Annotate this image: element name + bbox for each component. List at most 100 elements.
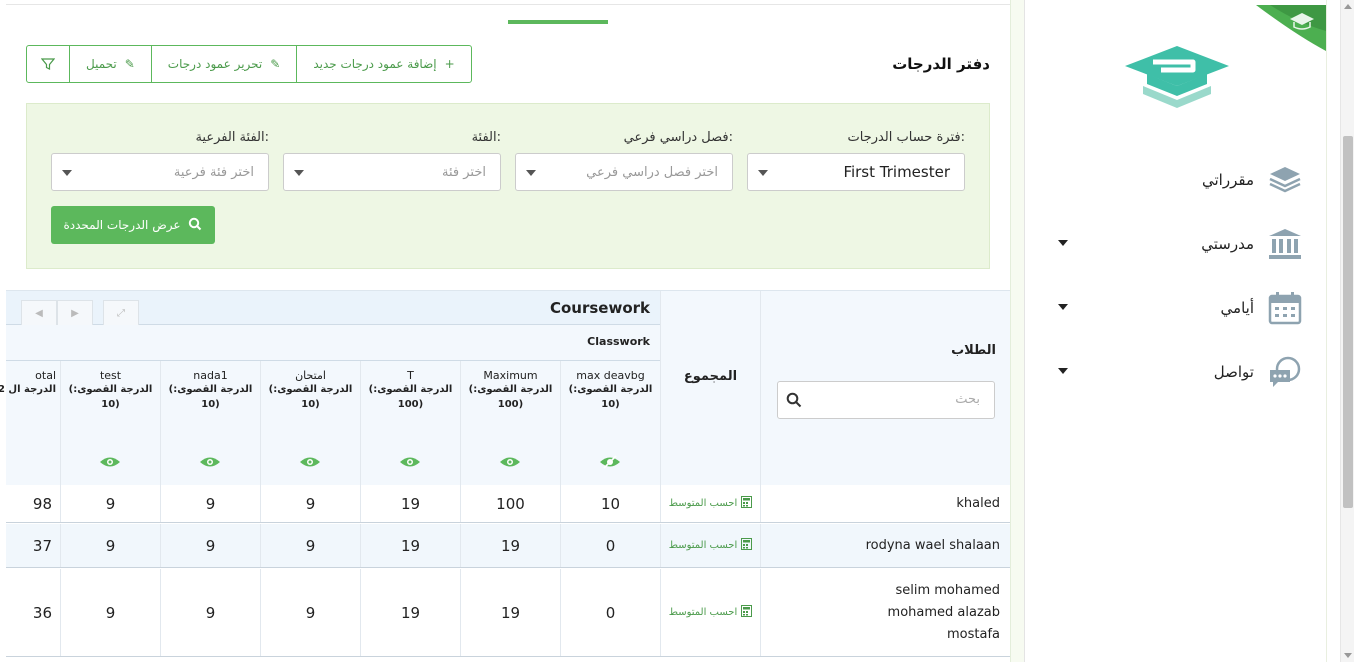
sidebar-item-my-school[interactable]: مدرستي — [1042, 224, 1302, 264]
column-max: (الدرجة القصوى: 100) — [468, 384, 553, 410]
search-placeholder: بحث — [955, 392, 980, 407]
category-select[interactable]: اختر فئة — [283, 153, 501, 191]
sidebar-item-label: مدرستي — [1201, 235, 1254, 253]
students-column-header: الطلاب بحث — [760, 291, 1010, 485]
eye-icon[interactable] — [299, 455, 321, 469]
eye-icon[interactable] — [99, 455, 121, 469]
column-name: Maximum — [483, 369, 538, 382]
grade-column-headers: max deavbg (الدرجة القصوى: 10) Maximum (… — [0, 361, 660, 485]
subterm-placeholder: اختر فصل دراسي فرعي — [586, 164, 718, 180]
add-column-button[interactable]: إضافة عمود درجات جديد + — [296, 46, 470, 82]
school-building-icon — [1268, 227, 1302, 261]
filter-icon — [41, 58, 55, 70]
sidebar-item-communicate[interactable]: تواصل — [1042, 352, 1302, 392]
grade-cell[interactable]: 9 — [260, 524, 360, 567]
books-stack-icon — [1268, 163, 1302, 197]
scrollbar-thumb[interactable] — [1343, 136, 1353, 508]
chevron-down-icon — [294, 170, 304, 176]
grade-cell[interactable]: 37 — [0, 524, 60, 567]
pencil-icon: ✎ — [124, 57, 135, 71]
sidebar-item-my-days[interactable]: أيامي — [1042, 288, 1302, 328]
grid-scroll-right-button[interactable]: ▶ — [57, 300, 93, 326]
edit-column-button[interactable]: تحرير عمود درجات ✎ — [150, 46, 297, 82]
show-grades-label: عرض الدرجات المحددة — [63, 218, 181, 232]
scroll-down-icon[interactable] — [1344, 653, 1352, 658]
student-name[interactable]: selim mohamed mohamed alazab mostafa — [760, 569, 1010, 656]
column-max: (الدرجة القصوى: 10) — [268, 384, 353, 410]
plus-icon: + — [444, 57, 455, 71]
grade-cell[interactable]: 36 — [0, 569, 60, 656]
scroll-up-icon[interactable] — [1344, 4, 1352, 9]
page-scrollbar[interactable] — [1340, 0, 1354, 662]
column-header[interactable]: otal (الدرجة ال 642 — [0, 361, 60, 485]
filter-button[interactable] — [27, 46, 69, 82]
grid-scroll-left-button[interactable]: ◀ — [21, 300, 57, 326]
student-search-input[interactable]: بحث — [777, 381, 995, 419]
coursework-header: ◀ ▶ ⤢ Coursework — [6, 291, 660, 326]
average-label: احسب المتوسط — [668, 607, 738, 618]
grade-cell[interactable]: 9 — [60, 569, 160, 656]
column-header[interactable]: Maximum (الدرجة القصوى: 100) — [460, 361, 560, 485]
student-name[interactable]: khaled — [760, 485, 1010, 522]
grade-cell[interactable]: 0 — [560, 569, 660, 656]
coursework-title: Coursework — [549, 299, 650, 317]
average-label: احسب المتوسط — [668, 540, 738, 551]
sidebar-gutter — [1326, 0, 1340, 662]
students-title: الطلاب — [951, 343, 996, 358]
grade-cell[interactable]: 19 — [460, 524, 560, 567]
edit-column-label: تحرير عمود درجات — [167, 57, 263, 71]
column-name: T — [407, 369, 414, 382]
add-column-label: إضافة عمود درجات جديد — [313, 57, 437, 71]
total-column-header: المجموع — [660, 291, 760, 485]
grade-cell[interactable]: 0 — [560, 524, 660, 567]
chevron-down-icon — [1058, 304, 1068, 310]
sidebar-item-label: مقرراتي — [1202, 171, 1254, 189]
subterm-select[interactable]: اختر فصل دراسي فرعي — [515, 153, 733, 191]
grade-cell[interactable]: 19 — [360, 524, 460, 567]
grade-cell[interactable]: 9 — [60, 524, 160, 567]
subcategory-label: الفئة الفرعية: — [195, 130, 269, 145]
grade-cell[interactable]: 10 — [560, 485, 660, 522]
expand-icon[interactable]: ⤢ — [103, 300, 139, 326]
column-header[interactable]: nada1 (الدرجة القصوى: 10) — [160, 361, 260, 485]
grade-cell[interactable]: 9 — [260, 485, 360, 522]
period-select[interactable]: First Trimester — [747, 153, 965, 191]
calculate-average-link[interactable]: احسب المتوسط — [660, 485, 760, 522]
column-name: max deavbg — [576, 369, 645, 382]
subcategory-select[interactable]: اختر فئة فرعية — [51, 153, 269, 191]
grade-cell[interactable]: 9 — [160, 524, 260, 567]
show-grades-button[interactable]: عرض الدرجات المحددة — [51, 206, 215, 244]
school-logo-icon — [1125, 46, 1229, 108]
grade-cell[interactable]: 100 — [460, 485, 560, 522]
category-label: الفئة: — [471, 130, 501, 145]
sidebar-item-label: تواصل — [1213, 363, 1254, 381]
grade-cell[interactable]: 9 — [60, 485, 160, 522]
gradebook-toolbar: تحميل ✎ تحرير عمود درجات ✎ إضافة عمود در… — [26, 45, 472, 83]
period-label: فترة حساب الدرجات: — [847, 130, 965, 145]
column-header[interactable]: T (الدرجة القصوى: 100) — [360, 361, 460, 485]
grade-cell[interactable]: 19 — [360, 485, 460, 522]
grade-cell[interactable]: 9 — [160, 569, 260, 656]
calculate-average-link[interactable]: احسب المتوسط — [660, 524, 760, 567]
grade-cell[interactable]: 19 — [460, 569, 560, 656]
sidebar-item-my-courses[interactable]: مقرراتي — [1042, 160, 1302, 200]
load-button[interactable]: تحميل ✎ — [69, 46, 151, 82]
grade-cell[interactable]: 98 — [0, 485, 60, 522]
eye-icon[interactable] — [399, 455, 421, 469]
grade-cell[interactable]: 9 — [260, 569, 360, 656]
calculate-average-link[interactable]: احسب المتوسط — [660, 569, 760, 656]
grade-cell[interactable]: 19 — [360, 569, 460, 656]
column-header[interactable]: امتحان (الدرجة القصوى: 10) — [260, 361, 360, 485]
grade-cell[interactable]: 9 — [160, 485, 260, 522]
content-edge — [1010, 0, 1024, 662]
column-name: otal — [35, 369, 56, 382]
eye-icon[interactable] — [199, 455, 221, 469]
column-header[interactable]: max deavbg (الدرجة القصوى: 10) — [560, 361, 660, 485]
eye-slash-icon[interactable] — [599, 455, 621, 469]
eye-icon[interactable] — [499, 455, 521, 469]
column-name: nada1 — [193, 369, 228, 382]
column-max: (الدرجة القصوى: 100) — [368, 384, 453, 410]
column-header[interactable]: test (الدرجة القصوى: 10) — [60, 361, 160, 485]
student-name[interactable]: rodyna wael shalaan — [760, 524, 1010, 567]
sidebar: مقرراتي مدرستي أيامي تواصل — [1024, 0, 1326, 662]
